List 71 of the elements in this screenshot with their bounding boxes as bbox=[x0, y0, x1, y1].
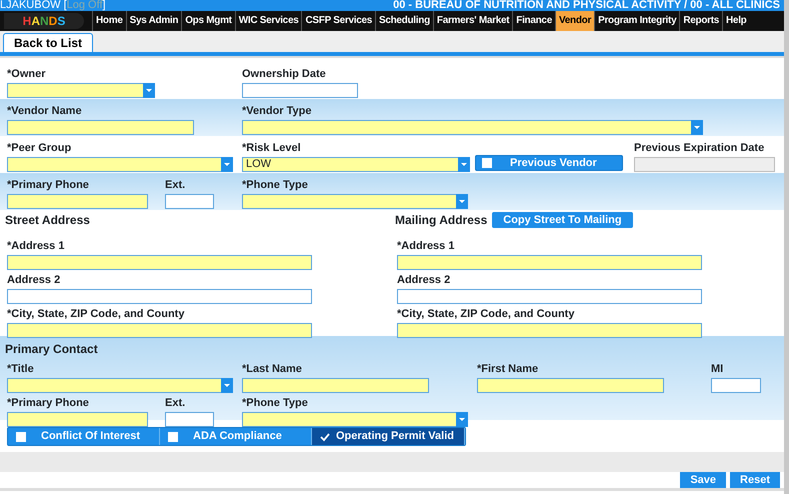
dropdown-caret-icon bbox=[458, 157, 470, 172]
text-field[interactable] bbox=[7, 323, 312, 338]
field-label: *Address 1 bbox=[7, 240, 64, 252]
field-label: Ext. bbox=[165, 397, 186, 409]
field-label: *City, State, ZIP Code, and County bbox=[7, 308, 184, 320]
dropdown-field[interactable] bbox=[7, 157, 233, 172]
dropdown-field[interactable] bbox=[7, 83, 155, 98]
section-heading: Street Address bbox=[5, 212, 90, 229]
dropdown-field[interactable] bbox=[242, 412, 468, 427]
field-label: Ownership Date bbox=[242, 68, 326, 80]
dropdown-field[interactable] bbox=[7, 378, 233, 393]
field-label: *Last Name bbox=[242, 363, 302, 375]
text-field[interactable] bbox=[165, 194, 214, 209]
nav-tab[interactable]: Vendor bbox=[554, 11, 594, 31]
dropdown-caret-icon bbox=[456, 194, 468, 209]
text-field[interactable] bbox=[397, 323, 702, 338]
text-field[interactable] bbox=[397, 289, 702, 304]
text-field[interactable] bbox=[7, 289, 312, 304]
field-label: MI bbox=[711, 363, 724, 375]
field-label: *Phone Type bbox=[242, 179, 308, 191]
field-label: *First Name bbox=[477, 363, 538, 375]
bracket-text: ] bbox=[102, 0, 106, 11]
nav-tab[interactable]: Help bbox=[722, 11, 750, 31]
text-field[interactable] bbox=[242, 83, 358, 98]
text-field[interactable] bbox=[397, 255, 702, 270]
field-label: *Phone Type bbox=[242, 397, 308, 409]
nav-tab[interactable]: CSFP Services bbox=[301, 11, 375, 31]
dropdown-caret-icon bbox=[691, 120, 703, 135]
nav-tab[interactable]: Home bbox=[92, 11, 126, 31]
user-name: LJAKUBOW [ bbox=[0, 0, 67, 11]
nav-tab[interactable]: Program Integrity bbox=[594, 11, 680, 31]
dropdown-field[interactable] bbox=[242, 194, 468, 209]
field-label: *Vendor Type bbox=[242, 105, 312, 117]
dropdown-field[interactable]: LOW bbox=[242, 157, 470, 172]
field-label: *Primary Phone bbox=[7, 179, 89, 191]
back-tab[interactable]: Back to List bbox=[3, 33, 94, 52]
field-label: Ext. bbox=[165, 179, 186, 191]
text-field[interactable] bbox=[7, 412, 148, 427]
app-logo: HANDS bbox=[4, 13, 84, 29]
field-label: *Owner bbox=[7, 68, 46, 80]
field-label: Previous Expiration Date bbox=[634, 142, 764, 154]
field-label: *Title bbox=[7, 363, 34, 375]
text-field[interactable] bbox=[711, 378, 761, 393]
text-field[interactable] bbox=[242, 378, 429, 393]
nav-tab[interactable]: Farmers' Market bbox=[432, 11, 512, 31]
dropdown-caret-icon bbox=[221, 157, 233, 172]
flag-toggle[interactable]: Operating Permit Valid bbox=[312, 428, 465, 445]
nav-tab[interactable]: Ops Mgmt bbox=[181, 11, 235, 31]
field-label: *Address 1 bbox=[397, 240, 454, 252]
dropdown-caret-icon bbox=[456, 412, 468, 427]
field-label: *City, State, ZIP Code, and County bbox=[397, 308, 574, 320]
field-label: Address 2 bbox=[397, 274, 450, 286]
field-label: *Risk Level bbox=[242, 142, 301, 154]
section-heading: Primary Contact bbox=[5, 341, 99, 358]
dropdown-caret-icon bbox=[221, 378, 233, 393]
dropdown-caret-icon bbox=[143, 83, 155, 98]
field-label: *Primary Phone bbox=[7, 397, 89, 409]
text-field[interactable] bbox=[165, 412, 214, 427]
section-heading: Mailing Address bbox=[395, 212, 488, 229]
nav-tab[interactable]: Scheduling bbox=[374, 11, 433, 31]
agency-title: 00 - BUREAU OF NUTRITION AND PHYSICAL ACTIVITY / 00 - ALL CLINICS bbox=[393, 0, 781, 11]
text-field[interactable] bbox=[7, 120, 194, 135]
text-field[interactable] bbox=[477, 378, 664, 393]
field-label: *Peer Group bbox=[7, 142, 72, 154]
dropdown-field[interactable] bbox=[242, 120, 703, 135]
field-label: Address 2 bbox=[7, 274, 60, 286]
nav-tab[interactable]: WIC Services bbox=[234, 11, 302, 31]
nav-tab[interactable]: Finance bbox=[512, 11, 555, 31]
field-label: *Vendor Name bbox=[7, 105, 82, 117]
text-field[interactable] bbox=[7, 194, 148, 209]
text-field[interactable] bbox=[7, 255, 312, 270]
